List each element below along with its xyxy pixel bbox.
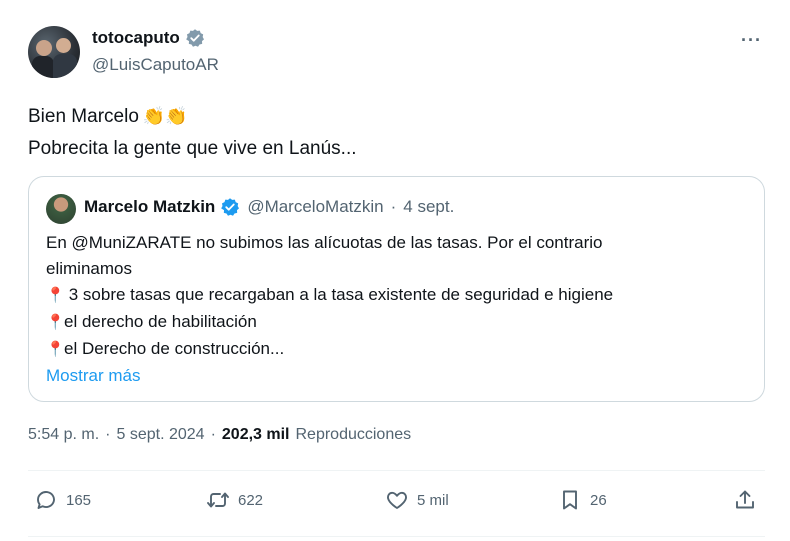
tweet-line-2: Pobrecita la gente que vive en Lanús... [28,138,357,159]
show-more-link[interactable]: Mostrar más [46,363,746,389]
quote-line-1: En @MuniZARATE no subimos las alícuotas … [46,233,603,252]
quote-body: En @MuniZARATE no subimos las alícuotas … [46,230,746,389]
repost-button[interactable]: 622 [206,488,263,512]
clapping-hands-icon: 👏👏 [142,106,188,126]
author-display-name[interactable]: totocaputo [92,28,180,48]
author-name-row: totocaputo [92,28,205,48]
avatar-figure-left [32,56,54,78]
like-count: 5 mil [417,491,449,509]
author-avatar[interactable] [28,26,80,78]
avatar-face-right [56,38,71,53]
views-label: Reproducciones [295,426,412,443]
reply-button[interactable]: 165 [34,488,91,512]
reply-count: 165 [66,491,92,509]
meta-separator: · [105,426,111,443]
views-count: 202,3 mil [221,426,290,443]
bookmark-count: 26 [590,491,607,509]
bookmark-icon [563,490,577,510]
quote-line-3: 📍 3 sobre tasas que recargaban a la tasa… [46,282,746,309]
quoted-tweet[interactable]: Marcelo Matzkin @MarceloMatzkin · 4 sept… [28,176,765,402]
pin-icon: 📍 [46,341,65,358]
avatar-face-left [36,40,52,56]
quote-date: 4 sept. [403,197,455,216]
pin-icon: 📍 [46,314,65,331]
tweet-line-1-text: Bien Marcelo [28,106,139,127]
quote-line-5: 📍el Derecho de construcción... [46,336,746,363]
quote-line-3-text: 3 sobre tasas que recargaban a la tasa e… [68,285,614,304]
quote-line-4-text: el derecho de habilitación [64,312,257,331]
pin-icon: 📍 [46,287,65,304]
tweet-line-1: Bien Marcelo 👏👏 [28,100,357,133]
tweet-time[interactable]: 5:54 p. m. [28,426,99,444]
meta-separator: · [210,426,216,443]
share-icon [736,490,754,509]
reply-icon [37,491,55,509]
action-bar: 165 622 5 mil 26 [28,480,765,524]
divider-top [28,470,765,471]
quote-line-2: eliminamos [46,259,132,278]
quote-line-4: 📍el derecho de habilitación [46,309,746,336]
verified-badge-icon [185,29,204,47]
quote-verified-badge-icon [221,198,240,216]
quote-header: Marcelo Matzkin @MarceloMatzkin · 4 sept… [84,197,454,217]
quote-author-name: Marcelo Matzkin [84,197,216,216]
like-button[interactable]: 5 mil [385,488,449,512]
heart-icon [387,491,407,509]
quote-author-avatar [46,194,76,224]
more-options-icon[interactable]: ··· [741,30,762,51]
bookmark-button[interactable]: 26 [558,488,607,512]
tweet-meta: 5:54 p. m. · 5 sept. 2024 · 202,3 mil Re… [28,426,411,444]
repost-count: 622 [238,491,264,509]
repost-icon [207,492,229,508]
tweet-text: Bien Marcelo 👏👏 Pobrecita la gente que vi… [28,100,357,165]
tweet-date[interactable]: 5 sept. 2024 [116,426,204,444]
quote-line-5-text: el Derecho de construcción... [64,339,285,358]
avatar-figure-right [53,54,77,78]
author-handle[interactable]: @LuisCaputoAR [92,55,219,75]
share-button[interactable] [733,488,757,512]
quote-separator: · [390,197,397,216]
divider-bottom [28,536,765,537]
quote-author-handle: @MarceloMatzkin [247,197,384,216]
